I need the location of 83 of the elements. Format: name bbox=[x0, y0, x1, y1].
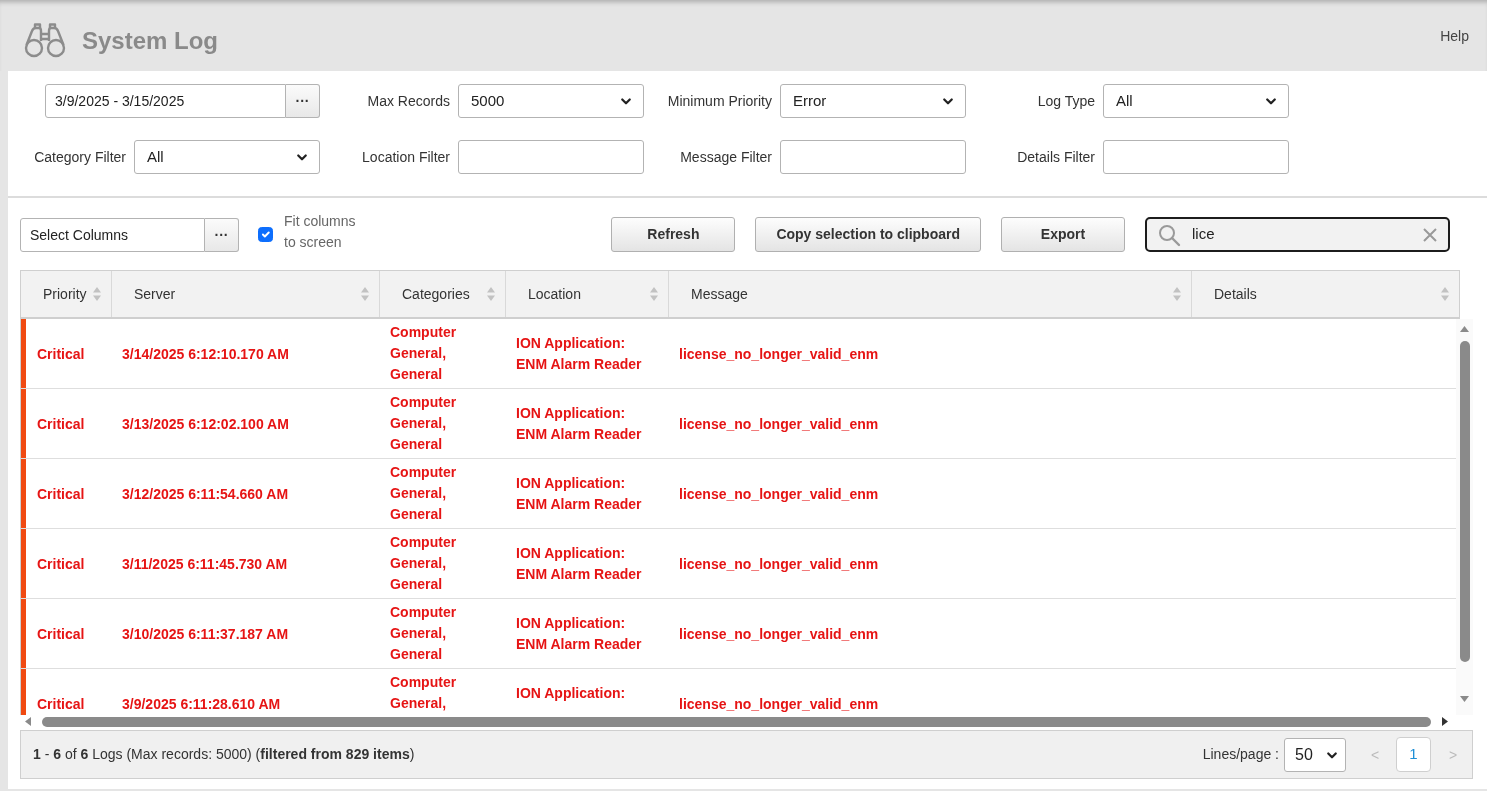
location-text: ION Application: ENM Alarm Reader bbox=[516, 405, 642, 442]
message-text: license_no_longer_valid_enm bbox=[679, 556, 879, 572]
filter-select[interactable]: All bbox=[1103, 84, 1289, 118]
binoculars-icon bbox=[24, 22, 66, 58]
timestamp-text: 3/13/2025 6:12:02.100 AM bbox=[122, 416, 289, 432]
filter-label: Log Type bbox=[1036, 91, 1095, 111]
help-link[interactable]: Help bbox=[1440, 27, 1469, 45]
column-header[interactable]: Details bbox=[1192, 271, 1459, 317]
date-range-field[interactable]: 3/9/2025 - 3/15/2025 bbox=[45, 84, 286, 118]
filter-select[interactable]: 5000 bbox=[458, 84, 644, 118]
sort-icon bbox=[360, 286, 370, 302]
column-header[interactable]: Categories bbox=[380, 271, 506, 317]
category-text: Computer General, General bbox=[390, 324, 457, 382]
filter-input[interactable] bbox=[458, 140, 644, 174]
lines-per-page-select[interactable]: 50 bbox=[1284, 737, 1346, 772]
location-text: ION Application: ENM Alarm Reader bbox=[516, 615, 642, 652]
filter-label: Minimum Priority bbox=[666, 91, 772, 111]
fit-columns-label[interactable]: Fit columns to screen bbox=[284, 210, 364, 253]
column-header[interactable]: Location bbox=[506, 271, 669, 317]
sort-icon bbox=[649, 286, 659, 302]
column-header[interactable]: Message bbox=[669, 271, 1192, 317]
category-text: Computer General, bbox=[390, 674, 457, 711]
location-text: ION Application: ENM Alarm Reader bbox=[516, 475, 642, 512]
filter-label: Category Filter bbox=[33, 147, 126, 167]
scroll-up-icon[interactable] bbox=[1460, 326, 1469, 332]
sort-icon bbox=[1440, 286, 1450, 302]
scroll-down-icon[interactable] bbox=[1460, 696, 1469, 702]
category-text: Computer General, General bbox=[390, 534, 457, 592]
sort-icon bbox=[486, 286, 496, 302]
sort-icon bbox=[92, 286, 102, 302]
clear-icon[interactable] bbox=[1422, 226, 1438, 243]
search-field[interactable]: lice bbox=[1145, 217, 1450, 252]
priority-text: Critical bbox=[37, 696, 85, 712]
filter-label: Location Filter bbox=[361, 147, 450, 167]
filter-select[interactable]: Error bbox=[780, 84, 966, 118]
search-input[interactable]: lice bbox=[1192, 223, 1422, 246]
export-button[interactable]: Export bbox=[1001, 217, 1125, 252]
filter-label: Message Filter bbox=[679, 147, 772, 167]
lines-per-page-label: Lines/page : bbox=[1202, 745, 1279, 764]
timestamp-text: 3/14/2025 6:12:10.170 AM bbox=[122, 346, 289, 362]
message-text: license_no_longer_valid_enm bbox=[679, 416, 879, 432]
filter-input[interactable] bbox=[1103, 140, 1289, 174]
column-picker-field[interactable]: Select Columns bbox=[20, 217, 205, 252]
priority-text: Critical bbox=[37, 416, 85, 432]
record-summary: 1 - 6 of 6 Logs (Max records: 5000) (filtered from 829 items) bbox=[33, 745, 415, 764]
category-text: Computer General, General bbox=[390, 604, 457, 662]
vertical-scrollbar[interactable] bbox=[1456, 319, 1473, 715]
filter-label: Details Filter bbox=[1016, 147, 1095, 167]
timestamp-text: 3/12/2025 6:11:54.660 AM bbox=[122, 486, 289, 502]
column-picker-button[interactable]: ··· bbox=[205, 217, 239, 252]
copy-button[interactable]: Copy selection to clipboard bbox=[755, 217, 981, 252]
location-text: ION Application: ENM Alarm Reader bbox=[516, 335, 642, 372]
column-header[interactable]: Priority bbox=[21, 271, 112, 317]
scroll-right-icon[interactable] bbox=[1442, 717, 1448, 726]
message-text: license_no_longer_valid_enm bbox=[679, 346, 879, 362]
filter-label: Max Records bbox=[366, 91, 450, 111]
page-title: System Log bbox=[82, 26, 219, 56]
timestamp-text: 3/11/2025 6:11:45.730 AM bbox=[122, 556, 288, 572]
location-text: ION Application: ENM Alarm Reader bbox=[516, 545, 642, 582]
priority-text: Critical bbox=[37, 486, 85, 502]
refresh-button[interactable]: Refresh bbox=[611, 217, 736, 252]
column-header[interactable]: Server bbox=[112, 271, 380, 317]
timestamp-text: 3/9/2025 6:11:28.610 AM bbox=[122, 696, 281, 712]
timestamp-text: 3/10/2025 6:11:37.187 AM bbox=[122, 626, 289, 642]
message-text: license_no_longer_valid_enm bbox=[679, 486, 879, 502]
priority-text: Critical bbox=[37, 556, 85, 572]
category-text: Computer General, General bbox=[390, 394, 457, 452]
category-text: Computer General, General bbox=[390, 464, 457, 522]
priority-text: Critical bbox=[37, 346, 85, 362]
scroll-left-icon[interactable] bbox=[25, 717, 31, 726]
date-picker-button[interactable]: ··· bbox=[286, 84, 320, 118]
priority-text: Critical bbox=[37, 626, 85, 642]
sort-icon bbox=[1172, 286, 1182, 302]
page-button[interactable]: 1 bbox=[1396, 737, 1431, 772]
location-text: ION Application: bbox=[516, 685, 626, 701]
message-text: license_no_longer_valid_enm bbox=[679, 626, 879, 642]
scroll-thumb[interactable] bbox=[1459, 341, 1470, 662]
filter-select[interactable]: All bbox=[134, 140, 320, 174]
filter-input[interactable] bbox=[780, 140, 966, 174]
scroll-thumb[interactable] bbox=[42, 716, 1431, 727]
fit-columns-checkbox[interactable] bbox=[258, 227, 273, 242]
search-icon bbox=[1157, 222, 1181, 247]
message-text: license_no_longer_valid_enm bbox=[679, 696, 879, 712]
